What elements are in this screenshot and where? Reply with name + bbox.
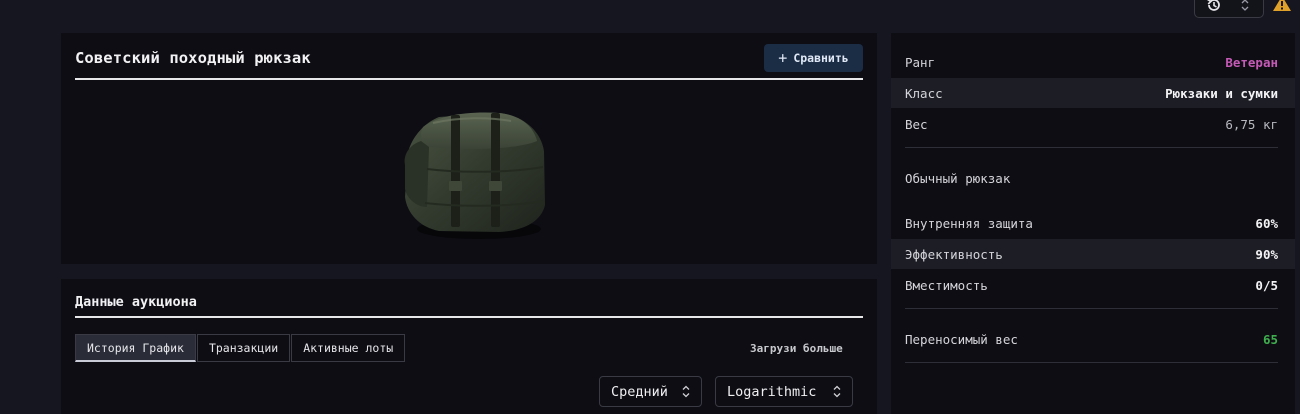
tab-transactions[interactable]: Транзакции bbox=[196, 334, 291, 362]
load-more-button[interactable]: Загрузи больше bbox=[750, 342, 843, 355]
rank-value: Ветеран bbox=[1225, 54, 1278, 70]
protection-value: 60% bbox=[1255, 215, 1278, 231]
divider bbox=[905, 308, 1278, 309]
item-type-label: Обычный рюкзак bbox=[905, 170, 1011, 186]
stat-row-weight: Вес 6,75 кг bbox=[891, 109, 1295, 139]
stat-row-efficiency: Эффективность 90% bbox=[891, 239, 1295, 269]
compare-button-label: Сравнить bbox=[793, 51, 849, 65]
class-value: Рюкзаки и сумки bbox=[1165, 85, 1278, 101]
page: Советский походный рюкзак + Сравнить Дан… bbox=[0, 0, 1300, 414]
divider bbox=[905, 147, 1278, 148]
tab-history-chart[interactable]: История График bbox=[75, 334, 196, 362]
carry-weight-value: 65 bbox=[1262, 331, 1278, 347]
capacity-value: 0/5 bbox=[1255, 277, 1278, 293]
stat-label: Вместимость bbox=[905, 277, 988, 293]
backpack-image bbox=[404, 112, 545, 239]
chevron-updown-icon bbox=[1241, 0, 1249, 12]
item-panel: Советский походный рюкзак + Сравнить bbox=[61, 33, 877, 264]
stat-row-carry-weight: Переносимый вес 65 bbox=[891, 324, 1295, 354]
tab-active-lots[interactable]: Активные лоты bbox=[291, 334, 406, 362]
auction-panel: Данные аукциона История График Транзакци… bbox=[61, 279, 877, 414]
history-dropdown[interactable] bbox=[1194, 0, 1264, 18]
auction-tabs: История График Транзакции Активные лоты bbox=[75, 334, 406, 362]
stat-row-rank: Ранг Ветеран bbox=[891, 47, 1295, 77]
history-icon bbox=[1205, 0, 1223, 14]
divider bbox=[905, 362, 1278, 363]
stat-row-type: Обычный рюкзак bbox=[891, 163, 1295, 193]
stat-label: Переносимый вес bbox=[905, 331, 1018, 347]
average-select[interactable]: Средний bbox=[599, 376, 702, 407]
warning-triangle-icon[interactable] bbox=[1272, 0, 1292, 16]
compare-button[interactable]: + Сравнить bbox=[764, 44, 863, 72]
stat-row-protection: Внутренняя защита 60% bbox=[891, 208, 1295, 238]
stat-label: Класс bbox=[905, 85, 943, 101]
stat-label: Внутренняя защита bbox=[905, 215, 1033, 231]
plus-icon: + bbox=[778, 48, 788, 67]
scale-select-value: Logarithmic bbox=[727, 383, 817, 400]
stat-label: Эффективность bbox=[905, 246, 1003, 262]
average-select-value: Средний bbox=[611, 383, 668, 400]
stat-row-class: Класс Рюкзаки и сумки bbox=[891, 78, 1295, 108]
chevron-updown-icon bbox=[833, 385, 841, 398]
stat-label: Ранг bbox=[905, 54, 936, 70]
stats-panel: Ранг Ветеран Класс Рюкзаки и сумки Вес 6… bbox=[891, 33, 1295, 414]
efficiency-value: 90% bbox=[1255, 246, 1278, 262]
auction-divider bbox=[75, 316, 863, 318]
chevron-updown-icon bbox=[682, 385, 690, 398]
stat-row-capacity: Вместимость 0/5 bbox=[891, 270, 1295, 300]
title-divider bbox=[75, 78, 863, 80]
scale-select[interactable]: Logarithmic bbox=[715, 376, 853, 407]
weight-value: 6,75 кг bbox=[1225, 116, 1278, 132]
stat-label: Вес bbox=[905, 116, 928, 132]
item-title: Советский походный рюкзак bbox=[75, 49, 311, 67]
auction-title: Данные аукциона bbox=[75, 294, 197, 310]
